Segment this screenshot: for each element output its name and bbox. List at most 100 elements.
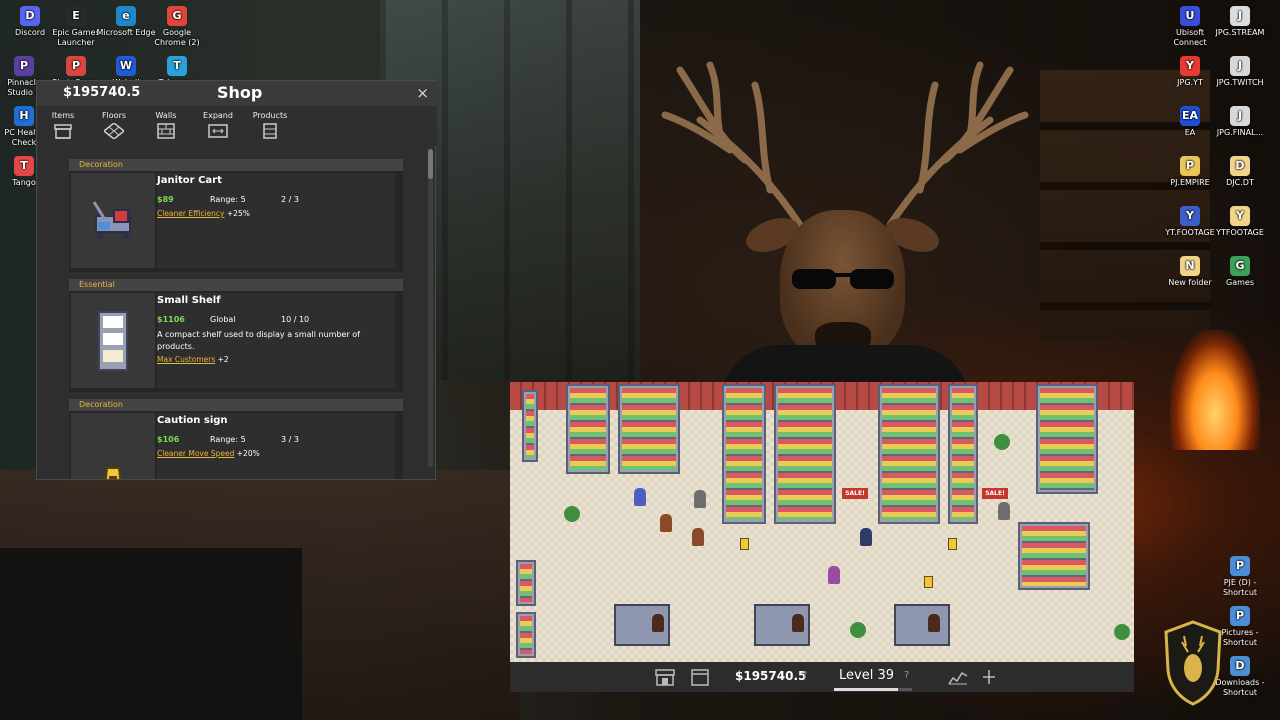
- level-help-button[interactable]: ?: [904, 670, 909, 681]
- store-shelf[interactable]: [878, 384, 940, 524]
- tab-floors-label: Floors: [101, 111, 127, 120]
- checkout-counter[interactable]: [894, 604, 950, 646]
- desktop-icon[interactable]: Y YTFOOTAGE: [1210, 206, 1270, 238]
- store-ladder-shelf[interactable]: [522, 390, 538, 462]
- sale-sign[interactable]: SALE!: [842, 488, 868, 499]
- potted-plant[interactable]: [994, 434, 1010, 450]
- item-details: Caution sign $106 Range: 5 3 / 3 Cleaner…: [157, 413, 395, 479]
- app-icon: T: [167, 56, 187, 76]
- desktop-icon[interactable]: G Games: [1210, 256, 1270, 288]
- app-icon: D: [20, 6, 40, 26]
- tab-products[interactable]: Products: [244, 111, 296, 141]
- item-bonus: Cleaner Move Speed +20%: [157, 449, 260, 458]
- move-tool-icon[interactable]: [978, 668, 1000, 686]
- desktop-icon[interactable]: G Google Chrome (2): [147, 6, 207, 48]
- left-antler: [661, 61, 804, 229]
- close-button[interactable]: ×: [416, 84, 429, 102]
- game-viewport[interactable]: SALE! SALE!: [510, 382, 1134, 692]
- desktop-icon[interactable]: J JPG.TWITCH: [1210, 56, 1270, 88]
- caution-sign[interactable]: [740, 538, 749, 550]
- bonus-stat: Cleaner Efficiency: [157, 209, 225, 218]
- store-ladder-shelf[interactable]: [516, 560, 536, 606]
- tab-items[interactable]: Items: [37, 111, 89, 141]
- store-ladder-shelf[interactable]: [516, 612, 536, 658]
- item-details: Small Shelf $1106 Global 10 / 10 A compa…: [157, 293, 395, 388]
- tab-products-label: Products: [252, 111, 288, 120]
- store-icon: [54, 124, 72, 139]
- store-shelf[interactable]: [1018, 522, 1090, 590]
- bonus-stat: Cleaner Move Speed: [157, 449, 235, 458]
- deer-crest-logo: [1164, 620, 1222, 706]
- app-icon: N: [1180, 256, 1200, 276]
- scrollbar-thumb[interactable]: [428, 149, 433, 179]
- shop-scrollbar[interactable]: [428, 149, 433, 467]
- balance-display: $195740.5: [735, 669, 807, 683]
- shop-item-card[interactable]: Decoration Janitor Cart $89 Range: 5 2 /…: [69, 159, 403, 272]
- shop-tabs: Items Floors Walls Expand Products: [37, 106, 437, 146]
- caution-sign-icon: [104, 466, 122, 479]
- customer-sprite[interactable]: [860, 528, 872, 546]
- storage-box-icon[interactable]: [689, 668, 711, 686]
- cashier-sprite[interactable]: [652, 614, 664, 632]
- customer-sprite[interactable]: [660, 514, 672, 532]
- app-icon: U: [1180, 6, 1200, 26]
- bonus-value: +20%: [234, 449, 260, 458]
- tab-floors[interactable]: Floors: [88, 111, 140, 141]
- cashier-sprite[interactable]: [792, 614, 804, 632]
- customer-sprite[interactable]: [694, 490, 706, 508]
- store-shelf[interactable]: [566, 384, 610, 474]
- game-status-bar: $195740.5 ? Level 39 ?: [510, 662, 1134, 692]
- shop-item-card[interactable]: Essential Small Shelf $1106 Global 10 / …: [69, 279, 403, 392]
- item-price: $1106: [157, 315, 185, 324]
- desktop-icon-label: Games: [1226, 278, 1254, 287]
- item-range: Global: [210, 315, 236, 324]
- customer-sprite[interactable]: [634, 488, 646, 506]
- item-name: Caution sign: [157, 415, 228, 426]
- tab-expand[interactable]: Expand: [192, 111, 244, 141]
- desktop-icon-label: JPG.STREAM: [1215, 28, 1265, 37]
- bonus-stat: Max Customers: [157, 355, 216, 364]
- level-display: Level 39: [839, 668, 894, 683]
- bonus-value: +2: [215, 355, 229, 364]
- app-icon: Y: [1180, 56, 1200, 76]
- balance-help-button[interactable]: ?: [802, 670, 807, 681]
- potted-plant[interactable]: [850, 622, 866, 638]
- item-count: 2 / 3: [281, 195, 299, 204]
- customer-sprite[interactable]: [998, 502, 1010, 520]
- store-icon[interactable]: [654, 668, 676, 686]
- cashier-sprite[interactable]: [928, 614, 940, 632]
- customer-sprite[interactable]: [692, 528, 704, 546]
- desktop-icon[interactable]: P PJE (D) - Shortcut: [1210, 556, 1270, 598]
- stats-chart-icon[interactable]: [947, 668, 969, 686]
- customer-sprite[interactable]: [828, 566, 840, 584]
- item-bonus: Max Customers +2: [157, 355, 229, 364]
- right-antler: [886, 61, 1029, 229]
- store-shelf[interactable]: [722, 384, 766, 524]
- item-category: Decoration: [69, 399, 403, 411]
- shop-money: $195740.5: [63, 85, 141, 100]
- store-shelf[interactable]: [1036, 384, 1098, 494]
- store-shelf[interactable]: [618, 384, 680, 474]
- caution-sign[interactable]: [948, 538, 957, 550]
- shop-item-list[interactable]: Decoration Janitor Cart $89 Range: 5 2 /…: [37, 153, 429, 479]
- item-bonus: Cleaner Efficiency +25%: [157, 209, 250, 218]
- store-shelf[interactable]: [948, 384, 978, 524]
- item-price: $106: [157, 435, 180, 444]
- potted-plant[interactable]: [1114, 624, 1130, 640]
- item-image: [71, 413, 155, 479]
- item-category: Decoration: [69, 159, 403, 171]
- sale-sign[interactable]: SALE!: [982, 488, 1008, 499]
- store-shelf[interactable]: [774, 384, 836, 524]
- desktop-icon[interactable]: J JPG.FINAL...: [1210, 106, 1270, 138]
- potted-plant[interactable]: [564, 506, 580, 522]
- desktop-icon[interactable]: D DJC.DT: [1210, 156, 1270, 188]
- item-image: [71, 293, 155, 388]
- tab-walls[interactable]: Walls: [140, 111, 192, 141]
- desktop-icon-label: YTFOOTAGE: [1216, 228, 1264, 237]
- shop-item-card[interactable]: Decoration Caution sign $106 Range: 5 3 …: [69, 399, 403, 479]
- app-icon: D: [1230, 656, 1250, 676]
- desktop-icon[interactable]: J JPG.STREAM: [1210, 6, 1270, 38]
- fireplace-flame: [1170, 330, 1260, 450]
- floor-tiles-icon: [102, 122, 126, 140]
- caution-sign[interactable]: [924, 576, 933, 588]
